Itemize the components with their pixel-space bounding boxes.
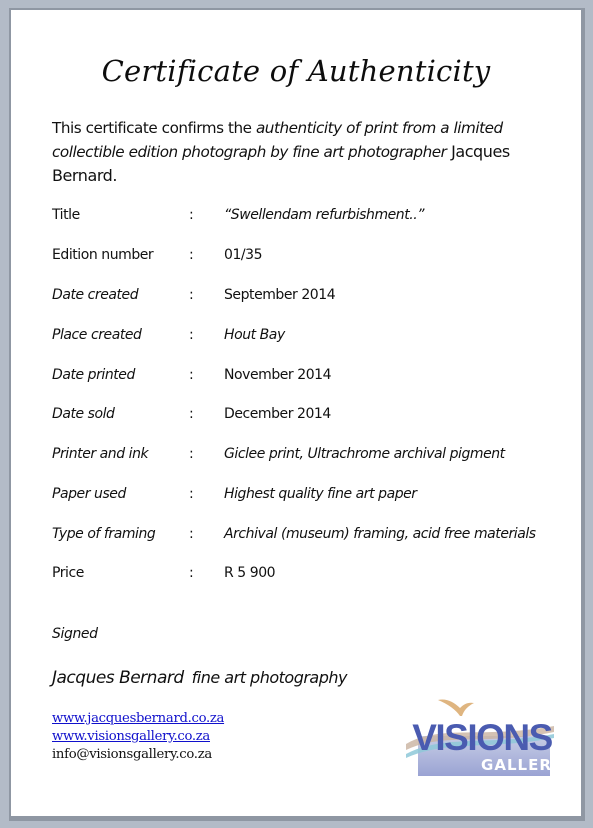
intro-text-start: This certificate confirms the <box>52 119 256 137</box>
field-label: Date sold <box>52 406 115 422</box>
page-title: Certificate of Authenticity <box>101 54 491 88</box>
contact-email: info@visionsgallery.co.za <box>52 747 212 762</box>
field-row-price: Price : R 5 900 <box>52 565 572 587</box>
field-separator: : <box>189 367 194 383</box>
field-row-date-sold: Date sold : December 2014 <box>52 406 572 428</box>
website-link-jacquesbernard[interactable]: www.jacquesbernard.co.za <box>52 710 224 728</box>
field-separator: : <box>189 207 194 223</box>
field-separator: : <box>189 565 194 581</box>
field-value: December 2014 <box>224 406 331 422</box>
field-separator: : <box>189 486 194 502</box>
field-value: 01/35 <box>224 247 263 263</box>
logo-word-gallery: GALLERY <box>481 756 559 774</box>
field-value: Hout Bay <box>224 327 285 343</box>
field-label: Type of framing <box>52 526 156 542</box>
signature-name: Jacques Bernard <box>52 668 184 688</box>
field-row-title: Title : “Swellendam refurbishment..” <box>52 207 572 229</box>
field-label: Edition number <box>52 247 154 263</box>
field-separator: : <box>189 327 194 343</box>
field-label: Date created <box>52 287 139 303</box>
field-value: Highest quality fine art paper <box>224 486 417 502</box>
field-label: Place created <box>52 327 142 343</box>
field-row-type-of-framing: Type of framing : Archival (museum) fram… <box>52 526 572 548</box>
field-separator: : <box>189 526 194 542</box>
field-value: “Swellendam refurbishment..” <box>224 207 425 223</box>
field-label: Date printed <box>52 367 135 383</box>
field-label: Price <box>52 565 84 581</box>
field-value: R 5 900 <box>224 565 276 581</box>
field-label: Title <box>52 207 80 223</box>
signature-tagline: fine art photography <box>191 668 348 687</box>
field-value: November 2014 <box>224 367 332 383</box>
field-value: Giclee print, Ultrachrome archival pigme… <box>224 446 505 462</box>
field-separator: : <box>189 247 194 263</box>
field-separator: : <box>189 446 194 462</box>
contact-info: www.jacquesbernard.co.za www.visionsgall… <box>52 710 224 764</box>
field-separator: : <box>189 406 194 422</box>
visions-gallery-logo: VISIONS GALLERY <box>406 699 559 776</box>
document-page: Certificate of Authenticity This certifi… <box>11 10 581 816</box>
field-label: Printer and ink <box>52 446 149 462</box>
field-row-paper-used: Paper used : Highest quality fine art pa… <box>52 486 572 508</box>
field-separator: : <box>189 287 194 303</box>
signature-line: Jacques Bernard fine art photography <box>52 668 348 688</box>
logo-word-visions: VISIONS <box>412 717 552 758</box>
field-value: Archival (museum) framing, acid free mat… <box>224 526 536 542</box>
field-row-date-printed: Date printed : November 2014 <box>52 367 572 389</box>
field-row-date-created: Date created : September 2014 <box>52 287 572 309</box>
signed-label: Signed <box>52 626 98 642</box>
field-row-edition-number: Edition number : 01/35 <box>52 247 572 269</box>
field-label: Paper used <box>52 486 126 502</box>
intro-paragraph: This certificate confirms the authentici… <box>52 116 552 188</box>
field-value: September 2014 <box>224 287 336 303</box>
field-row-place-created: Place created : Hout Bay <box>52 327 572 349</box>
field-row-printer-and-ink: Printer and ink : Giclee print, Ultrachr… <box>52 446 572 468</box>
logo-bird-icon <box>438 699 474 716</box>
website-link-visionsgallery[interactable]: www.visionsgallery.co.za <box>52 728 224 746</box>
